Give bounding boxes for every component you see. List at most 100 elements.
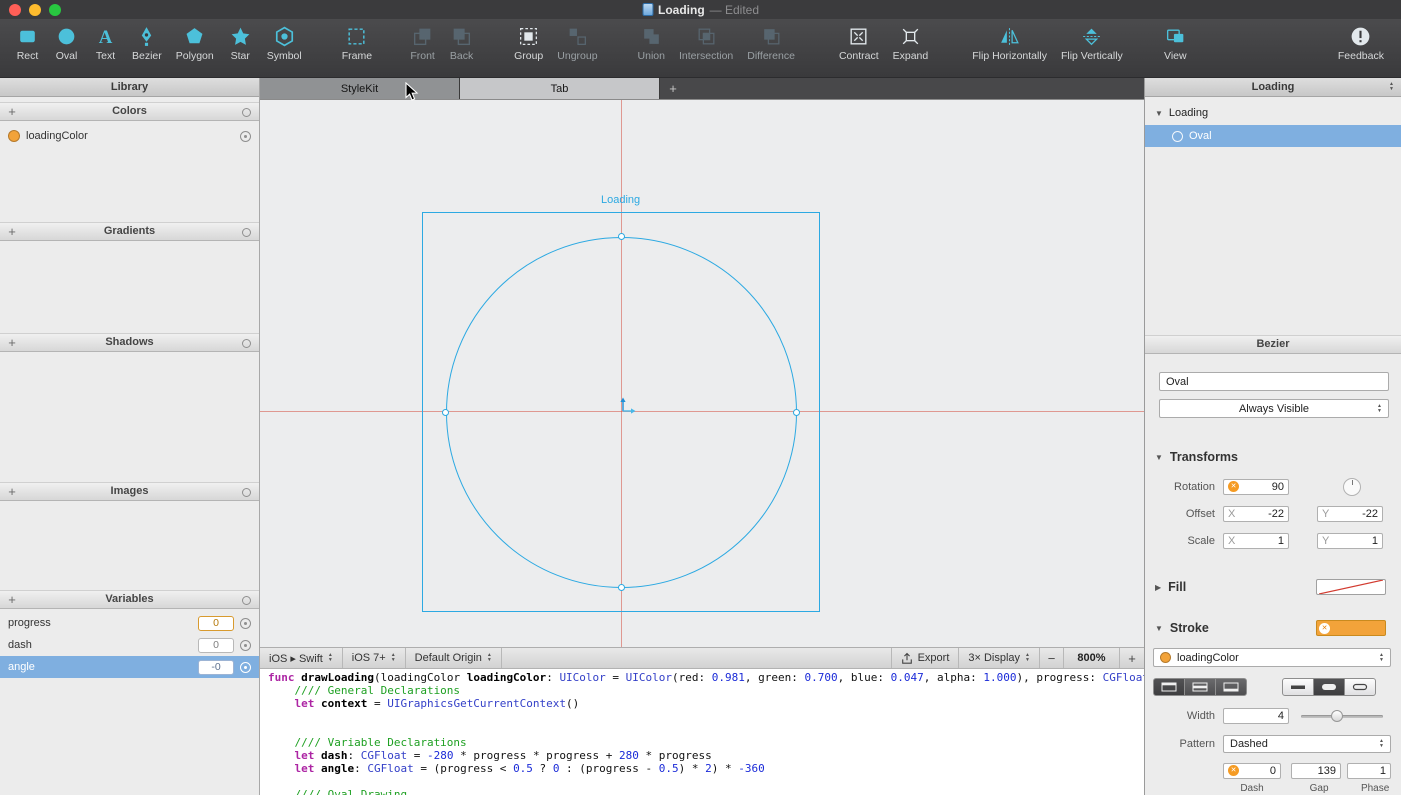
- minimize-button[interactable]: [29, 4, 41, 16]
- zoom-in-button[interactable]: +: [1120, 648, 1144, 668]
- variable-value-field[interactable]: -0: [198, 660, 234, 675]
- shadows-section-circle-icon[interactable]: [242, 339, 251, 348]
- scale-y-field[interactable]: Y 1: [1317, 533, 1383, 549]
- shape-handle-left[interactable]: [442, 409, 449, 416]
- platform-dropdown[interactable]: iOS 7+: [343, 648, 406, 668]
- panel-switcher-icon[interactable]: [1389, 82, 1394, 92]
- toolbar-item-symbol[interactable]: Symbol: [260, 25, 309, 62]
- disclosure-triangle-icon[interactable]: [1155, 583, 1161, 592]
- pattern-dropdown[interactable]: Dashed: [1223, 735, 1391, 753]
- stroke-cap-butt-button[interactable]: [1282, 678, 1314, 696]
- rotation-field[interactable]: 90: [1223, 479, 1289, 495]
- code-editor[interactable]: func drawLoading(loadingColor loadingCol…: [260, 669, 1144, 795]
- gradients-section-header[interactable]: Gradients: [0, 222, 259, 241]
- artboard-label[interactable]: Loading: [601, 194, 640, 206]
- width-slider[interactable]: [1301, 708, 1383, 724]
- images-section-circle-icon[interactable]: [242, 488, 251, 497]
- add-shadow-icon[interactable]: [7, 334, 17, 352]
- variable-binding-badge-icon[interactable]: [1228, 765, 1239, 776]
- shape-handle-bottom[interactable]: [618, 584, 625, 591]
- toolbar-item-contract[interactable]: Contract: [832, 25, 886, 62]
- tab-stylekit[interactable]: StyleKit: [260, 78, 460, 99]
- toolbar-item-oval[interactable]: Oval: [47, 25, 86, 62]
- toolbar-item-difference[interactable]: Difference: [740, 25, 802, 62]
- variable-value-field[interactable]: 0: [198, 616, 234, 631]
- disclosure-triangle-icon[interactable]: [1155, 109, 1163, 118]
- stroke-position-center-button[interactable]: [1184, 678, 1216, 696]
- library-color-row[interactable]: loadingColor: [0, 125, 259, 147]
- slider-knob[interactable]: [1331, 710, 1343, 722]
- variable-binding-badge-icon[interactable]: [1319, 623, 1330, 634]
- transforms-section-header[interactable]: Transforms: [1145, 447, 1401, 467]
- zoom-button[interactable]: [49, 4, 61, 16]
- close-button[interactable]: [9, 4, 21, 16]
- export-button[interactable]: Export: [891, 648, 960, 668]
- toolbar-item-flip-horizontally[interactable]: Flip Horizontally: [965, 25, 1054, 62]
- disclosure-triangle-icon[interactable]: [1155, 624, 1163, 633]
- shape-name-field[interactable]: Oval: [1159, 372, 1389, 391]
- rotation-dial[interactable]: [1343, 478, 1361, 496]
- variables-section-circle-icon[interactable]: [242, 596, 251, 605]
- dash-field[interactable]: 0: [1223, 763, 1281, 779]
- canvas[interactable]: Loading: [260, 100, 1144, 647]
- toolbar-item-expand[interactable]: Expand: [886, 25, 936, 62]
- toolbar-item-group[interactable]: Group: [507, 25, 550, 62]
- visibility-dropdown[interactable]: Always Visible: [1159, 399, 1389, 418]
- variable-value-field[interactable]: 0: [198, 638, 234, 653]
- toolbar-item-frame[interactable]: Frame: [335, 25, 379, 62]
- variable-target-icon[interactable]: [240, 662, 251, 673]
- fill-swatch[interactable]: [1316, 579, 1386, 595]
- toolbar-item-text[interactable]: A Text: [86, 25, 125, 62]
- variables-section-header[interactable]: Variables: [0, 590, 259, 609]
- variable-row-dash[interactable]: dash 0: [0, 634, 259, 656]
- toolbar-item-flip-vertically[interactable]: Flip Vertically: [1054, 25, 1130, 62]
- offset-y-field[interactable]: Y -22: [1317, 506, 1383, 522]
- toolbar-item-bezier[interactable]: Bezier: [125, 25, 169, 62]
- stroke-color-dropdown[interactable]: loadingColor: [1153, 648, 1391, 667]
- toolbar-item-ungroup[interactable]: Ungroup: [550, 25, 604, 62]
- toolbar-item-front[interactable]: Front: [403, 25, 442, 62]
- stroke-position-outer-button[interactable]: [1215, 678, 1247, 696]
- zoom-out-button[interactable]: −: [1040, 648, 1064, 668]
- shadows-section-header[interactable]: Shadows: [0, 333, 259, 352]
- offset-x-field[interactable]: X -22: [1223, 506, 1289, 522]
- add-variable-icon[interactable]: [7, 591, 17, 609]
- toolbar-item-rect[interactable]: Rect: [8, 25, 47, 62]
- variable-row-progress[interactable]: progress 0: [0, 612, 259, 634]
- toolbar-item-polygon[interactable]: Polygon: [169, 25, 221, 62]
- add-tab-button[interactable]: +: [660, 78, 686, 99]
- edited-menu[interactable]: — Edited: [710, 3, 759, 17]
- display-scale-dropdown[interactable]: 3× Display: [959, 648, 1040, 668]
- zoom-level[interactable]: 800%: [1064, 648, 1120, 668]
- layer-row-oval-selected[interactable]: Oval: [1145, 125, 1401, 147]
- stroke-position-inner-button[interactable]: [1153, 678, 1185, 696]
- origin-dropdown[interactable]: Default Origin: [406, 648, 502, 668]
- disclosure-triangle-icon[interactable]: [1155, 453, 1163, 462]
- toolbar-item-feedback[interactable]: Feedback: [1331, 25, 1391, 62]
- variable-row-angle-selected[interactable]: angle -0: [0, 656, 259, 678]
- scale-x-field[interactable]: X 1: [1223, 533, 1289, 549]
- stroke-swatch[interactable]: [1316, 620, 1386, 636]
- add-color-icon[interactable]: [7, 103, 17, 121]
- gradients-section-circle-icon[interactable]: [242, 228, 251, 237]
- shape-handle-right[interactable]: [793, 409, 800, 416]
- gap-field[interactable]: 139: [1291, 763, 1341, 779]
- stroke-cap-square-button[interactable]: [1344, 678, 1376, 696]
- shape-handle-top[interactable]: [618, 233, 625, 240]
- variable-binding-badge-icon[interactable]: [1228, 481, 1239, 492]
- add-gradient-icon[interactable]: [7, 223, 17, 241]
- stroke-cap-round-button[interactable]: [1313, 678, 1345, 696]
- toolbar-item-view[interactable]: View: [1156, 25, 1195, 62]
- images-section-header[interactable]: Images: [0, 482, 259, 501]
- toolbar-item-star[interactable]: Star: [221, 25, 260, 62]
- layer-row-loading[interactable]: Loading: [1145, 103, 1401, 123]
- toolbar-item-union[interactable]: Union: [631, 25, 672, 62]
- tab-tab[interactable]: Tab: [460, 78, 660, 99]
- variable-target-icon[interactable]: [240, 640, 251, 651]
- add-image-icon[interactable]: [7, 483, 17, 501]
- stroke-width-field[interactable]: 4: [1223, 708, 1289, 724]
- color-target-icon[interactable]: [240, 131, 251, 142]
- toolbar-item-intersection[interactable]: Intersection: [672, 25, 740, 62]
- toolbar-item-back[interactable]: Back: [442, 25, 481, 62]
- variable-target-icon[interactable]: [240, 618, 251, 629]
